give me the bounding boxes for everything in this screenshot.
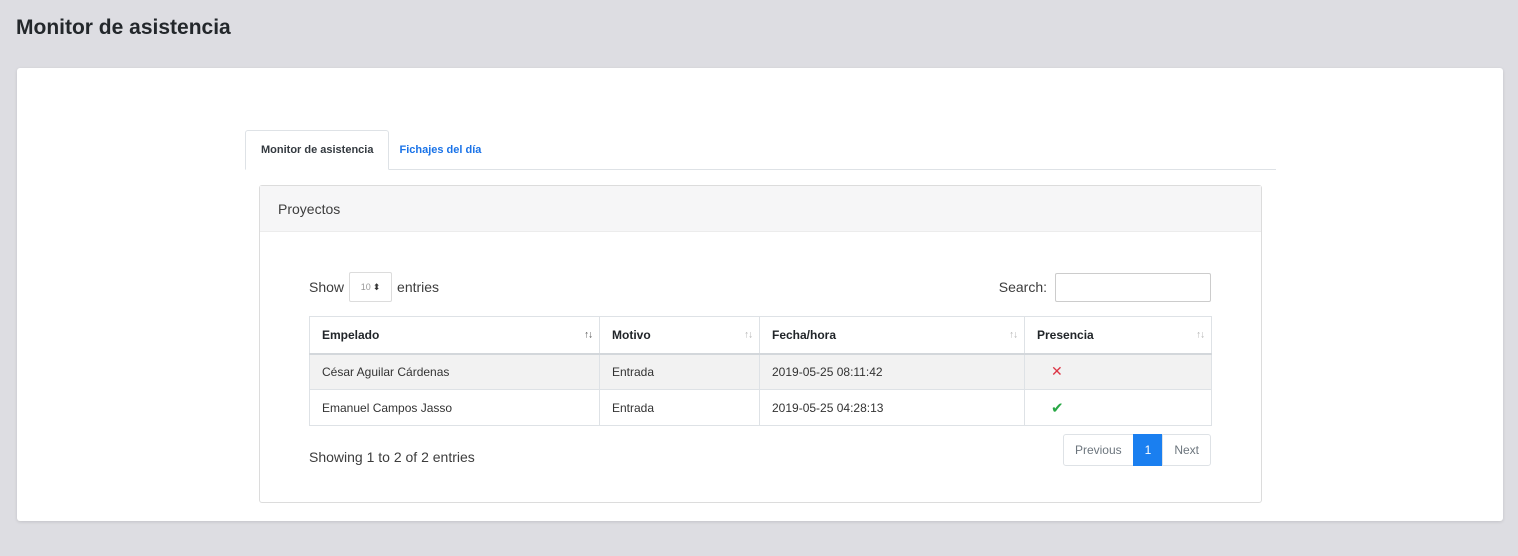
- previous-page-button[interactable]: Previous: [1062, 434, 1134, 466]
- tab-fichajes-del-dia[interactable]: Fichajes del día: [389, 130, 491, 169]
- search-control: Search:: [999, 272, 1211, 302]
- cell-empleado: César Aguilar Cárdenas: [309, 353, 600, 390]
- attendance-table: Empelado ↑↓ Motivo ↑↓ Fecha/hora ↑↓ Pres…: [309, 316, 1212, 426]
- sort-arrows-icon: ↑↓: [1196, 329, 1205, 341]
- column-header-fecha[interactable]: Fecha/hora ↑↓: [759, 316, 1025, 355]
- cell-presencia: ✕: [1024, 353, 1212, 390]
- close-icon: ✕: [1051, 363, 1063, 380]
- cell-motivo: Entrada: [599, 389, 760, 426]
- cell-fecha: 2019-05-25 04:28:13: [759, 389, 1025, 426]
- sort-arrows-icon: ↑↓: [744, 329, 753, 341]
- cell-presencia: ✔: [1024, 389, 1212, 426]
- select-arrows-icon: ⬍: [372, 281, 381, 292]
- column-header-empleado[interactable]: Empelado ↑↓: [309, 316, 600, 355]
- column-header-label: Presencia: [1037, 327, 1094, 342]
- page-1-button[interactable]: 1: [1132, 434, 1164, 466]
- column-header-motivo[interactable]: Motivo ↑↓: [599, 316, 760, 355]
- table-info: Showing 1 to 2 of 2 entries: [309, 449, 475, 465]
- page-title: Monitor de asistencia: [16, 16, 231, 39]
- column-header-label: Fecha/hora: [772, 327, 837, 342]
- table-row[interactable]: Emanuel Campos Jasso Entrada 2019-05-25 …: [309, 389, 1212, 426]
- column-header-presencia[interactable]: Presencia ↑↓: [1024, 316, 1212, 355]
- panel-title: Proyectos: [260, 186, 1261, 232]
- search-input[interactable]: [1055, 272, 1211, 302]
- proyectos-panel: Proyectos Show 10 ⬍ entries Search: Empe…: [259, 185, 1262, 503]
- pagination: Previous 1 Next: [1062, 434, 1211, 466]
- tab-bar: Monitor de asistencia Fichajes del día: [245, 130, 1276, 170]
- sort-asc-icon: ↑↓: [584, 329, 593, 341]
- length-value: 10: [360, 282, 371, 292]
- length-suffix: entries: [397, 279, 440, 295]
- cell-empleado: Emanuel Campos Jasso: [309, 389, 600, 426]
- cell-fecha: 2019-05-25 08:11:42: [759, 353, 1025, 390]
- tab-monitor-asistencia[interactable]: Monitor de asistencia: [245, 130, 390, 170]
- entries-length-control: Show 10 ⬍ entries: [309, 272, 439, 302]
- search-label: Search:: [998, 279, 1047, 295]
- column-header-label: Empelado: [322, 327, 380, 342]
- cell-motivo: Entrada: [599, 353, 760, 390]
- sort-arrows-icon: ↑↓: [1009, 329, 1018, 341]
- length-prefix: Show: [309, 279, 345, 295]
- table-row[interactable]: César Aguilar Cárdenas Entrada 2019-05-2…: [309, 353, 1212, 390]
- next-page-button[interactable]: Next: [1162, 434, 1211, 466]
- entries-length-select[interactable]: 10 ⬍: [349, 272, 393, 302]
- table-header-row: Empelado ↑↓ Motivo ↑↓ Fecha/hora ↑↓ Pres…: [309, 316, 1212, 355]
- check-icon: ✔: [1051, 399, 1064, 417]
- column-header-label: Motivo: [612, 327, 651, 342]
